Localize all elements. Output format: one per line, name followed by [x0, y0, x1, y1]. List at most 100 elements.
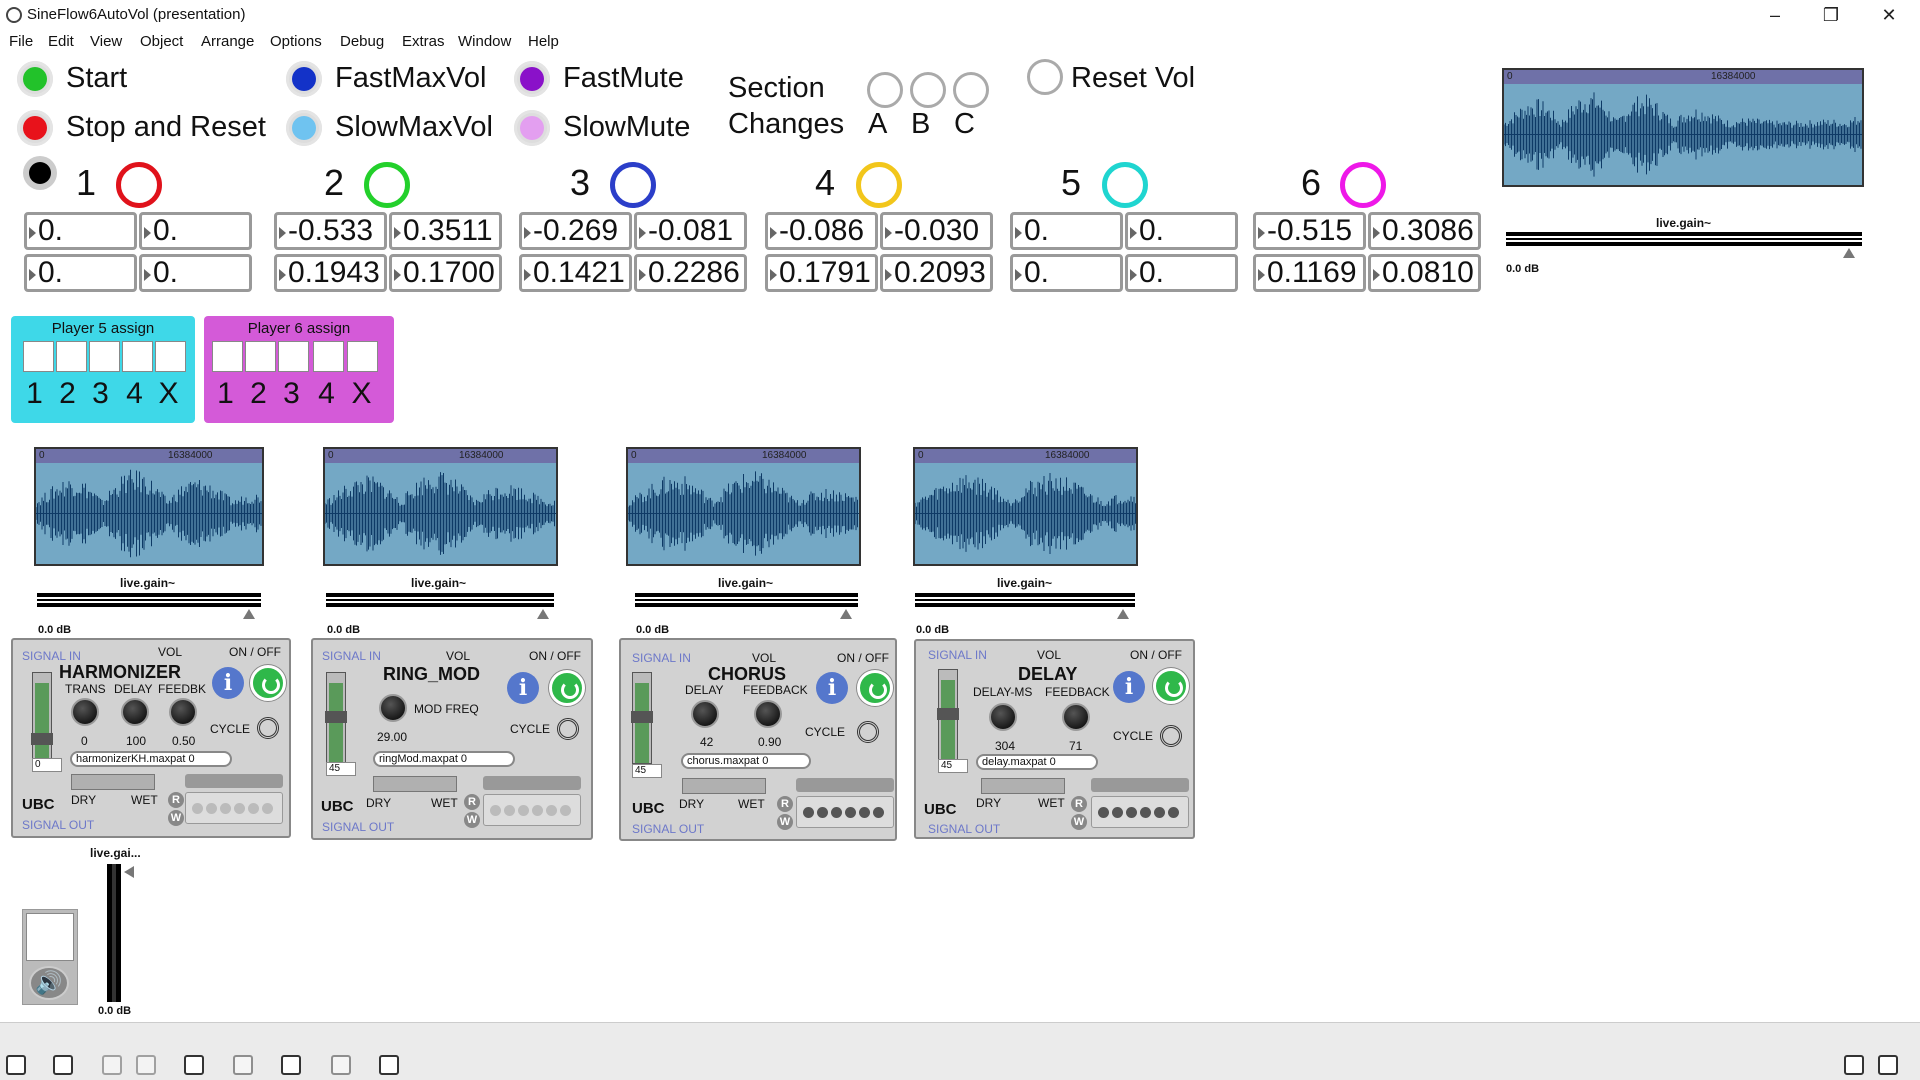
vol-slider[interactable] [937, 669, 959, 761]
feedback-knob[interactable] [754, 700, 782, 728]
player-5-x[interactable]: 0. [1010, 212, 1123, 250]
write-button[interactable]: W [1071, 814, 1087, 830]
player-3-x[interactable]: -0.269 [519, 212, 632, 250]
fx-3-gain-slider[interactable] [635, 593, 858, 607]
delay-ms-knob[interactable] [989, 703, 1017, 731]
dry-wet-slider[interactable] [71, 774, 155, 790]
patch-cords-icon[interactable] [102, 1055, 122, 1075]
reset-vol-toggle[interactable] [1027, 59, 1063, 95]
dry-wet-slider[interactable] [373, 776, 457, 792]
info-icon[interactable]: i [816, 672, 848, 704]
player-4-w[interactable]: 0.2093 [880, 254, 993, 292]
info-icon[interactable]: i [507, 672, 539, 704]
slow-mute-button[interactable] [514, 110, 550, 146]
lock-icon[interactable] [6, 1055, 26, 1075]
player-3-w[interactable]: 0.2286 [634, 254, 747, 292]
patch-message[interactable]: ringMod.maxpat 0 [373, 751, 515, 767]
player-4-y[interactable]: -0.030 [880, 212, 993, 250]
player-2-w[interactable]: 0.1700 [389, 254, 502, 292]
slow-max-vol-button[interactable] [286, 110, 322, 146]
vol-number[interactable]: 0 [32, 758, 62, 772]
graph-icon[interactable] [184, 1055, 204, 1075]
patch-message[interactable]: chorus.maxpat 0 [681, 753, 811, 769]
minimize-button[interactable]: – [1752, 2, 1798, 28]
player-2-y[interactable]: 0.3511 [389, 212, 502, 250]
fx-1-waveform[interactable]: 0 16384000 [34, 447, 264, 566]
player-5-y[interactable]: 0. [1125, 212, 1238, 250]
main-gain-slider[interactable] [1506, 232, 1862, 246]
player-5-assign-2[interactable] [56, 341, 87, 372]
info-icon[interactable] [233, 1055, 253, 1075]
player-6-assign-4[interactable] [313, 341, 344, 372]
write-button[interactable]: W [168, 810, 184, 826]
preset-dots[interactable] [796, 796, 894, 828]
record-button[interactable]: R [168, 792, 184, 808]
player-6-assign-x[interactable] [347, 341, 378, 372]
fx-1-gain-handle[interactable] [243, 609, 255, 619]
player-1-x[interactable]: 0. [24, 212, 137, 250]
player-6-assign-2[interactable] [245, 341, 276, 372]
info-icon[interactable]: i [1113, 671, 1145, 703]
vol-number[interactable]: 45 [938, 759, 968, 773]
cycle-icon[interactable] [557, 718, 579, 740]
write-button[interactable]: W [464, 812, 480, 828]
snap-icon[interactable] [379, 1055, 399, 1075]
preset-dots[interactable] [483, 794, 581, 826]
section-b-toggle[interactable] [910, 72, 946, 108]
delay-knob[interactable] [121, 698, 149, 726]
fx-4-gain-handle[interactable] [1117, 609, 1129, 619]
record-button[interactable]: R [1071, 796, 1087, 812]
menu-help[interactable]: Help [528, 33, 559, 50]
cycle-icon[interactable] [1160, 725, 1182, 747]
player-4-ring[interactable] [856, 162, 902, 208]
player-5-z[interactable]: 0. [1010, 254, 1123, 292]
player-1-y[interactable]: 0. [139, 212, 252, 250]
fx-3-waveform[interactable]: 0 16384000 [626, 447, 861, 566]
player-5-assign-1[interactable] [23, 341, 54, 372]
patch-message[interactable]: harmonizerKH.maxpat 0 [70, 751, 232, 767]
presentation-icon[interactable] [53, 1055, 73, 1075]
player-2-z[interactable]: 0.1943 [274, 254, 387, 292]
vol-slider[interactable] [631, 672, 653, 764]
delay-knob[interactable] [691, 700, 719, 728]
close-button[interactable]: ✕ [1866, 2, 1912, 28]
mod-freq-knob[interactable] [379, 694, 407, 722]
patch-message[interactable]: delay.maxpat 0 [976, 754, 1098, 770]
output-gain-handle[interactable] [124, 866, 134, 878]
player-4-x[interactable]: -0.086 [765, 212, 878, 250]
layout-right-icon[interactable] [1878, 1055, 1898, 1075]
feedback-knob[interactable] [1062, 703, 1090, 731]
layout-bottom-icon[interactable] [1844, 1055, 1864, 1075]
player-6-z[interactable]: 0.1169 [1253, 254, 1366, 292]
player-2-x[interactable]: -0.533 [274, 212, 387, 250]
player-5-assign-4[interactable] [122, 341, 153, 372]
player-1-w[interactable]: 0. [139, 254, 252, 292]
player-6-assign-1[interactable] [212, 341, 243, 372]
section-a-toggle[interactable] [867, 72, 903, 108]
info-icon[interactable]: i [212, 667, 244, 699]
preset-dots[interactable] [1091, 796, 1189, 828]
close-patcher-icon[interactable] [136, 1055, 156, 1075]
menu-arrange[interactable]: Arrange [201, 33, 254, 50]
cycle-icon[interactable] [857, 721, 879, 743]
player-5-assign-x[interactable] [155, 341, 186, 372]
menu-edit[interactable]: Edit [48, 33, 74, 50]
menu-window[interactable]: Window [458, 33, 511, 50]
player-6-w[interactable]: 0.0810 [1368, 254, 1481, 292]
menu-options[interactable]: Options [270, 33, 322, 50]
power-icon[interactable] [857, 670, 893, 706]
main-waveform[interactable]: 0 16384000 [1502, 68, 1864, 187]
dry-wet-slider[interactable] [981, 778, 1065, 794]
fx-2-gain-handle[interactable] [537, 609, 549, 619]
player-3-y[interactable]: -0.081 [634, 212, 747, 250]
vol-slider[interactable] [31, 672, 53, 764]
power-icon[interactable] [549, 670, 585, 706]
power-icon[interactable] [1153, 668, 1189, 704]
preset-dots[interactable] [185, 792, 283, 824]
player-3-z[interactable]: 0.1421 [519, 254, 632, 292]
menu-object[interactable]: Object [140, 33, 183, 50]
player-5-w[interactable]: 0. [1125, 254, 1238, 292]
write-button[interactable]: W [777, 814, 793, 830]
output-gain-slider[interactable] [107, 864, 121, 1002]
player-5-ring[interactable] [1102, 162, 1148, 208]
